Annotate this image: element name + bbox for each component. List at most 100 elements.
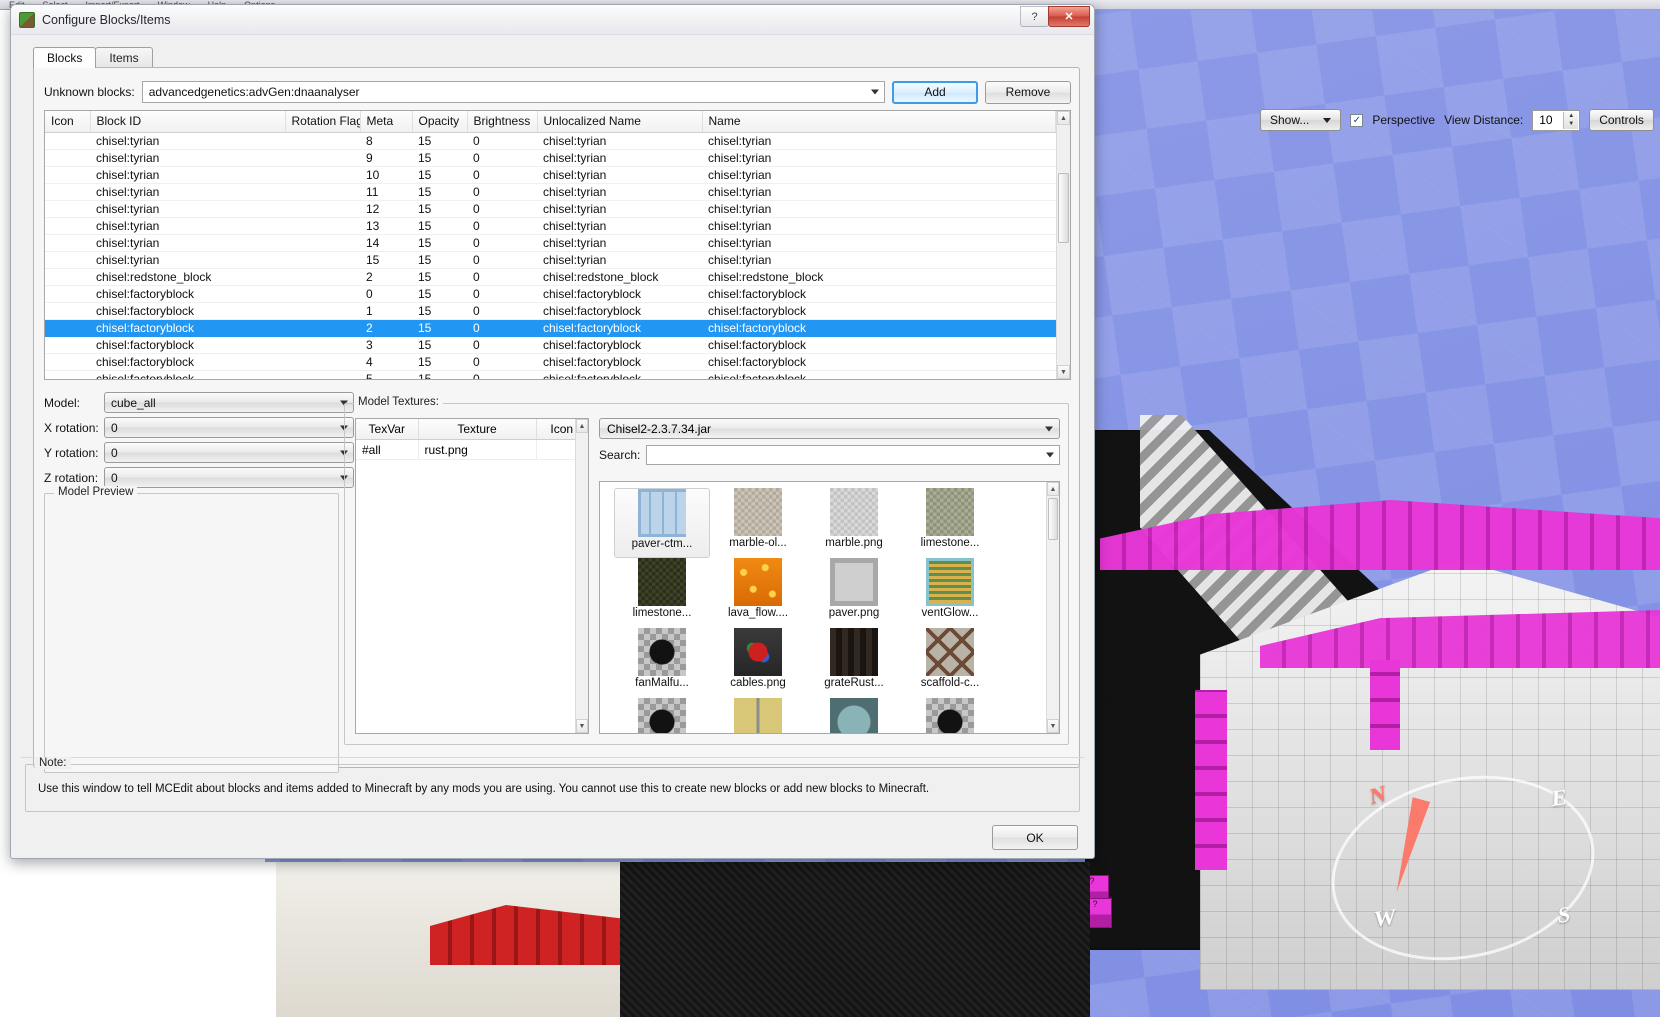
cell-meta: 15 bbox=[360, 251, 412, 269]
tab-items[interactable]: Items bbox=[95, 47, 153, 68]
show-button[interactable]: Show... bbox=[1260, 109, 1342, 131]
table-row[interactable]: chisel:tyrian 15 15 0 chisel:tyrian chisel:ty… bbox=[45, 251, 1056, 269]
cell-rotation-flag bbox=[285, 336, 360, 354]
table-row[interactable]: chisel:factoryblock 2 15 0 chisel:factoryblo… bbox=[45, 319, 1056, 337]
table-row[interactable]: chisel:tyrian 13 15 0 chisel:tyrian chisel:ty… bbox=[45, 217, 1056, 235]
cell-brightness: 0 bbox=[467, 166, 537, 184]
blocks-table-scrollbar[interactable]: ▲ ▼ bbox=[1056, 111, 1070, 379]
model-value: cube_all bbox=[111, 395, 156, 410]
model-combo[interactable]: cube_all bbox=[104, 392, 354, 413]
search-input[interactable] bbox=[646, 445, 1060, 465]
table-row[interactable]: chisel:redstone_block 2 15 0 chisel:redstone… bbox=[45, 268, 1056, 286]
texture-item[interactable]: paver-ctm... bbox=[614, 488, 710, 558]
scrollbar-thumb[interactable] bbox=[1048, 498, 1058, 540]
help-button[interactable]: ? bbox=[1020, 6, 1049, 27]
texture-item[interactable]: marble-ol... bbox=[710, 488, 806, 558]
texture-item[interactable]: fanFastTr... bbox=[902, 698, 998, 733]
blocks-table-body: chisel:tyrian 8 15 0 chisel:tyrian chisel:tyr… bbox=[45, 132, 1056, 379]
texture-grid[interactable]: paver-ctm... marble-ol... marble.png limest… bbox=[599, 481, 1060, 734]
blocks-table[interactable]: Icon Block ID Rotation Flag Meta Opacity Brig… bbox=[44, 110, 1071, 380]
scroll-up-icon[interactable]: ▲ bbox=[1057, 111, 1070, 125]
remove-button[interactable]: Remove bbox=[985, 80, 1071, 104]
texture-item[interactable]: marble.png bbox=[806, 488, 902, 558]
window-buttons: ? ✕ bbox=[1020, 6, 1090, 27]
column-header-block-id[interactable]: Block ID bbox=[90, 111, 286, 133]
table-row[interactable]: chisel:tyrian 10 15 0 chisel:tyrian chisel:ty… bbox=[45, 166, 1056, 184]
ok-button[interactable]: OK bbox=[992, 825, 1078, 850]
table-row[interactable]: chisel:tyrian 11 15 0 chisel:tyrian chisel:ty… bbox=[45, 183, 1056, 201]
table-row[interactable]: chisel:factoryblock 1 15 0 chisel:factoryblo… bbox=[45, 302, 1056, 320]
scroll-down-icon[interactable]: ▼ bbox=[1057, 365, 1070, 379]
z-rotation-combo[interactable]: 0 bbox=[104, 467, 354, 488]
texture-item[interactable]: scaffold-c... bbox=[902, 628, 998, 698]
texture-item[interactable]: ventGlow... bbox=[902, 558, 998, 628]
texvar-table[interactable]: TexVar Texture Icon #all rust.png ▲ ▼ bbox=[355, 418, 589, 734]
texture-name: ventGlow... bbox=[921, 607, 979, 619]
perspective-checkbox[interactable]: ✓ bbox=[1350, 113, 1364, 127]
cell-icon bbox=[45, 132, 90, 150]
scrollbar-thumb[interactable] bbox=[1058, 173, 1069, 243]
add-button[interactable]: Add bbox=[892, 80, 978, 104]
texture-item[interactable]: fanFast-t... bbox=[614, 698, 710, 733]
dialog-titlebar[interactable]: Configure Blocks/Items ? ✕ bbox=[11, 5, 1094, 35]
table-row[interactable]: chisel:tyrian 14 15 0 chisel:tyrian chisel:ty… bbox=[45, 234, 1056, 252]
tab-blocks[interactable]: Blocks bbox=[33, 47, 97, 68]
unknown-blocks-combo[interactable]: advancedgenetics:advGen:dnaanalyser bbox=[141, 81, 885, 103]
texture-name: scaffold-c... bbox=[920, 677, 980, 689]
stepper-arrows-icon[interactable]: ▲ ▼ bbox=[1563, 111, 1579, 129]
controls-button[interactable]: Controls bbox=[1589, 109, 1654, 131]
cell-brightness: 0 bbox=[467, 319, 537, 337]
view-distance-stepper[interactable]: 10 ▲ ▼ bbox=[1532, 109, 1581, 131]
cell-brightness: 0 bbox=[467, 234, 537, 252]
texture-item[interactable]: fanMalfu... bbox=[614, 628, 710, 698]
column-header-unlocalized-name[interactable]: Unlocalized Name bbox=[537, 111, 703, 133]
column-header-rotation-flag[interactable]: Rotation Flag bbox=[285, 111, 361, 133]
texvar-column-texture[interactable]: Texture bbox=[418, 419, 537, 440]
scroll-down-icon[interactable]: ▼ bbox=[576, 719, 588, 733]
cell-rotation-flag bbox=[285, 200, 360, 218]
texture-item[interactable]: lava_flow.... bbox=[710, 558, 806, 628]
scroll-down-icon[interactable]: ▼ bbox=[1047, 719, 1059, 733]
column-header-icon[interactable]: Icon bbox=[45, 111, 91, 133]
cell-brightness: 0 bbox=[467, 302, 537, 320]
scroll-up-icon[interactable]: ▲ bbox=[576, 419, 588, 433]
texture-item[interactable]: grateRust... bbox=[806, 628, 902, 698]
table-row[interactable]: chisel:factoryblock 0 15 0 chisel:factoryblo… bbox=[45, 285, 1056, 303]
texture-thumbnail bbox=[734, 558, 782, 606]
cell-meta: 2 bbox=[360, 319, 412, 337]
scroll-up-icon[interactable]: ▲ bbox=[1047, 482, 1059, 496]
texture-item[interactable]: insulatio... bbox=[710, 698, 806, 733]
column-header-meta[interactable]: Meta bbox=[360, 111, 413, 133]
texture-item[interactable]: limestone... bbox=[614, 558, 710, 628]
cell-meta: 4 bbox=[360, 353, 412, 371]
cell-name: chisel:factoryblock bbox=[702, 353, 1056, 371]
column-header-opacity[interactable]: Opacity bbox=[412, 111, 468, 133]
column-header-name[interactable]: Name bbox=[702, 111, 1056, 133]
texture-item[interactable]: paver.png bbox=[806, 558, 902, 628]
close-button[interactable]: ✕ bbox=[1048, 6, 1090, 27]
table-row[interactable]: chisel:factoryblock 5 15 0 chisel:factoryblo… bbox=[45, 370, 1056, 379]
texvar-scrollbar[interactable]: ▲ ▼ bbox=[575, 419, 588, 733]
y-rotation-label: Y rotation: bbox=[44, 445, 99, 460]
table-row[interactable]: chisel:factoryblock 3 15 0 chisel:factoryblo… bbox=[45, 336, 1056, 354]
cell-unlocalized-name: chisel:redstone_block bbox=[537, 268, 702, 286]
y-rotation-combo[interactable]: 0 bbox=[104, 442, 354, 463]
texture-item[interactable]: malfuncti... bbox=[806, 698, 902, 733]
texture-search-row: Search: bbox=[599, 445, 1060, 465]
model-label: Model: bbox=[44, 395, 81, 410]
table-row[interactable]: chisel:tyrian 9 15 0 chisel:tyrian chisel:tyr… bbox=[45, 149, 1056, 167]
x-rotation-combo[interactable]: 0 bbox=[104, 417, 354, 438]
texture-item[interactable]: limestone... bbox=[902, 488, 998, 558]
column-header-brightness[interactable]: Brightness bbox=[467, 111, 538, 133]
texture-grid-scrollbar[interactable]: ▲ ▼ bbox=[1046, 482, 1059, 733]
texture-item[interactable]: cables.png bbox=[710, 628, 806, 698]
table-row[interactable]: chisel:tyrian 12 15 0 chisel:tyrian chisel:ty… bbox=[45, 200, 1056, 218]
table-row[interactable]: chisel:tyrian 8 15 0 chisel:tyrian chisel:tyr… bbox=[45, 132, 1056, 150]
cell-brightness: 0 bbox=[467, 251, 537, 269]
jar-combo[interactable]: Chisel2-2.3.7.34.jar bbox=[599, 418, 1060, 439]
texvar-column-texvar[interactable]: TexVar bbox=[356, 419, 419, 440]
texvar-row[interactable]: #all rust.png bbox=[356, 439, 588, 460]
cell-block-id: chisel:tyrian bbox=[90, 251, 285, 269]
table-row[interactable]: chisel:factoryblock 4 15 0 chisel:factoryblo… bbox=[45, 353, 1056, 371]
cell-block-id: chisel:tyrian bbox=[90, 132, 285, 150]
